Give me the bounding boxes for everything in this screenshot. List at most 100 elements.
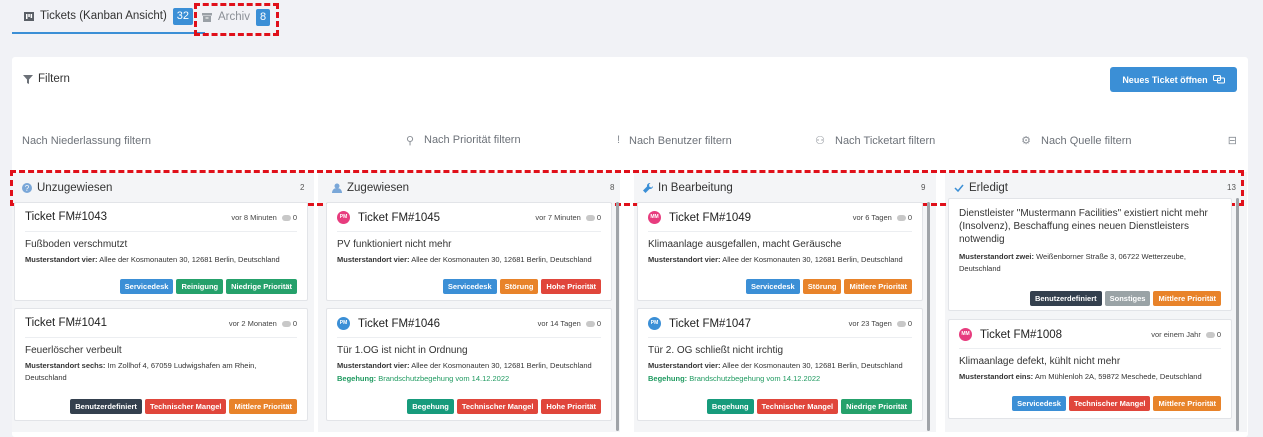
- chat-bubble-icon: [1212, 75, 1225, 84]
- comments-icon: [1205, 331, 1215, 338]
- tab-kanban-count-badge: 32: [172, 7, 194, 25]
- tag: Begehung: [407, 399, 454, 414]
- filter-toggle[interactable]: Filtern: [23, 73, 70, 85]
- ticket-tags: Servicedesk Störung Hohe Priorität: [442, 279, 601, 294]
- new-ticket-button[interactable]: Neues Ticket öffnen: [1110, 67, 1237, 92]
- ticket-address: Musterstandort sechs: Im Zollhof 4, 6705…: [25, 361, 257, 382]
- avatar: PM: [648, 317, 661, 330]
- filter-user-placeholder: Nach Benutzer filtern: [629, 134, 732, 147]
- ticket-card[interactable]: PM Ticket FM#1045 vor 7 Minuten 0 PV funkt…: [326, 202, 612, 301]
- ticket-title: MM Ticket FM#1008: [959, 328, 1062, 341]
- ticket-title: MM Ticket FM#1049: [648, 211, 751, 224]
- tag: Technischer Mangel: [144, 399, 227, 414]
- ticket-address: Musterstandort vier: Allee der Kosmonaut…: [648, 255, 903, 264]
- ticket-tags: Benutzerdefiniert Technischer Mangel Mit…: [70, 399, 297, 414]
- comments-icon: [896, 320, 906, 327]
- tag: Mittlere Priorität: [844, 279, 912, 294]
- filter-label: Filtern: [38, 73, 70, 85]
- ticket-description: Tür 2. OG schließt nicht irchtig: [648, 345, 784, 356]
- ticket-description: Feuerlöscher verbeult: [25, 345, 122, 356]
- comments-icon: [896, 214, 906, 221]
- ticket-description: Klimaanlage ausgefallen, macht Geräusche: [648, 239, 842, 250]
- ticket-address: Musterstandort vier: Allee der Kosmonaut…: [337, 255, 592, 264]
- ticket-tags: Begehung Technischer Mangel Niedrige Pri…: [706, 399, 912, 414]
- tag: Hohe Priorität: [541, 399, 601, 414]
- ticket-tags: Benutzerdefiniert Sonstiges Mittlere Pri…: [1029, 291, 1221, 306]
- comments-icon: [281, 214, 291, 221]
- tag: Technischer Mangel: [756, 399, 839, 414]
- ticket-time: vor 6 Tagen 0: [852, 213, 912, 222]
- tag: Störung: [499, 279, 539, 294]
- comments-icon: [585, 320, 595, 327]
- ticket-card[interactable]: PM Ticket FM#1047 vor 23 Tagen 0 Tür 2. OG…: [637, 308, 923, 421]
- filter-source[interactable]: Nach Quelle filtern ⊟: [1041, 134, 1237, 148]
- ticket-description: PV funktioniert nicht mehr: [337, 239, 452, 250]
- tag: Technischer Mangel: [456, 399, 539, 414]
- highlight-archive-tab: [194, 3, 279, 36]
- ticket-card[interactable]: Ticket FM#1041 vor 2 Monaten 0 Feuerlösch…: [14, 308, 308, 421]
- ticket-title: PM Ticket FM#1047: [648, 317, 751, 330]
- comments-icon: [585, 214, 595, 221]
- filter-location[interactable]: Nach Niederlassung filtern ⚲: [22, 134, 414, 148]
- filter-ticket-type[interactable]: Nach Ticketart filtern ⚙: [835, 134, 1031, 148]
- filter-location-placeholder: Nach Niederlassung filtern: [22, 134, 152, 147]
- ticket-description: Fußboden verschmutzt: [25, 239, 128, 250]
- kanban-icon: [24, 11, 34, 21]
- filter-source-placeholder: Nach Quelle filtern: [1041, 134, 1132, 147]
- inspection-link[interactable]: Begehung: Brandschutzbegehung vom 14.12.…: [648, 374, 820, 383]
- avatar: PM: [337, 211, 350, 224]
- avatar: PM: [337, 317, 350, 330]
- ticket-address: Musterstandort zwei: Weißenborner Straße…: [959, 252, 1186, 273]
- ticket-address: Musterstandort vier: Allee der Kosmonaut…: [25, 255, 280, 264]
- avatar: MM: [959, 328, 972, 341]
- ticket-address: Musterstandort vier: Allee der Kosmonaut…: [648, 361, 903, 370]
- tag: Servicedesk: [119, 279, 174, 294]
- tab-kanban-label: Tickets (Kanban Ansicht): [40, 10, 167, 22]
- filter-priority[interactable]: Nach Priorität filtern !: [424, 134, 620, 146]
- tag: Servicedesk: [1012, 396, 1066, 411]
- ticket-tags: Servicedesk Reinigung Niedrige Priorität: [119, 279, 297, 294]
- ticket-title: PM Ticket FM#1045: [337, 211, 440, 224]
- tag: Mittlere Priorität: [1153, 396, 1221, 411]
- tag: Hohe Priorität: [541, 279, 601, 294]
- new-ticket-label: Neues Ticket öffnen: [1122, 74, 1208, 85]
- ticket-description: Klimaanlage defekt, kühlt nicht mehr: [959, 356, 1121, 367]
- tag: Mittlere Priorität: [229, 399, 297, 414]
- column-scrollbar[interactable]: [927, 202, 930, 431]
- ticket-address: Musterstandort vier: Allee der Kosmonaut…: [337, 361, 592, 370]
- column-scrollbar[interactable]: [616, 202, 619, 431]
- source-icon: ⊟: [1227, 135, 1237, 147]
- filter-user[interactable]: Nach Benutzer filtern ⚇: [629, 134, 825, 148]
- column-scrollbar[interactable]: [1236, 198, 1239, 431]
- ticket-time: vor 2 Monaten 0: [228, 319, 297, 328]
- tab-kanban[interactable]: Tickets (Kanban Ansicht) 32: [12, 0, 206, 34]
- ticket-tags: Servicedesk Technischer Mangel Mittlere …: [1012, 396, 1221, 411]
- tag: Niedrige Priorität: [226, 279, 297, 294]
- tag: Servicedesk: [442, 279, 497, 294]
- ticket-tags: Servicedesk Störung Mittlere Priorität: [745, 279, 912, 294]
- tag: Sonstiges: [1104, 291, 1151, 306]
- ticket-card[interactable]: MM Ticket FM#1008 vor einem Jahr 0 Klimaan…: [948, 319, 1232, 419]
- filter-priority-placeholder: Nach Priorität filtern: [424, 134, 521, 146]
- ticket-title: Ticket FM#1041: [25, 317, 108, 329]
- ticket-title: Ticket FM#1043: [25, 211, 108, 223]
- ticket-time: vor 8 Minuten 0: [231, 213, 297, 222]
- tag: Störung: [802, 279, 842, 294]
- comments-icon: [281, 320, 291, 327]
- ticket-time: vor einem Jahr 0: [1151, 330, 1221, 339]
- tag: Benutzerdefiniert: [70, 399, 142, 414]
- ticket-address: Musterstandort eins: Am Mühlenloh 2A, 59…: [959, 372, 1202, 381]
- ticket-card[interactable]: PM Ticket FM#1046 vor 14 Tagen 0 Tür 1.OG …: [326, 308, 612, 421]
- tag: Begehung: [706, 399, 754, 414]
- ticket-card[interactable]: Ticket FM#1043 vor 8 Minuten 0 Fußboden v…: [14, 202, 308, 301]
- ticket-card[interactable]: MM Ticket FM#1049 vor 6 Tagen 0 Klimaanlag…: [637, 202, 923, 301]
- filter-icon: [23, 74, 33, 84]
- inspection-link[interactable]: Begehung: Brandschutzbegehung vom 14.12.…: [337, 374, 509, 383]
- filter-ticket-type-placeholder: Nach Ticketart filtern: [835, 134, 936, 147]
- ticket-description: Dienstleister "Mustermann Facilities" ex…: [959, 208, 1208, 245]
- ticket-time: vor 14 Tagen 0: [537, 319, 601, 328]
- ticket-card[interactable]: Dienstleister "Mustermann Facilities" ex…: [948, 198, 1232, 311]
- ticket-time: vor 7 Minuten 0: [535, 213, 601, 222]
- avatar: MM: [648, 211, 661, 224]
- gear-icon: ⚙: [1021, 135, 1031, 147]
